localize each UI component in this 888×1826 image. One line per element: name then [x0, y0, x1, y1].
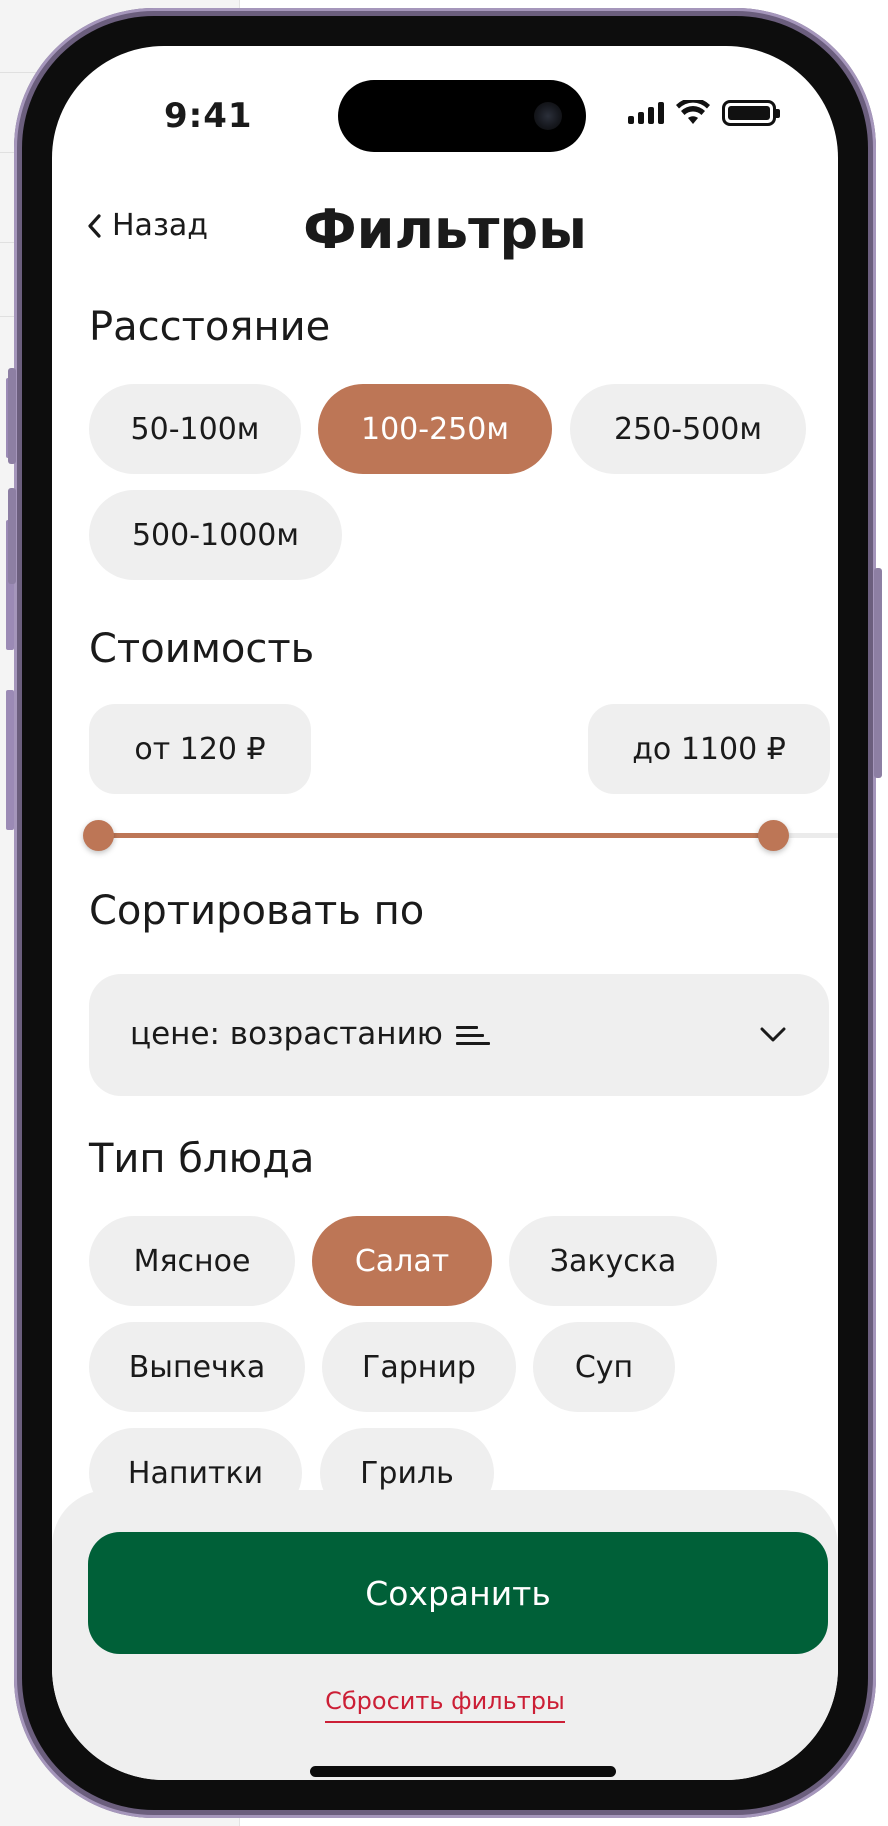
- sort-select-value: цене: возрастанию: [130, 1016, 443, 1052]
- camera-icon: [534, 102, 562, 130]
- home-indicator: [310, 1766, 616, 1777]
- price-slider-max-handle[interactable]: [758, 820, 790, 851]
- dish-type-chip[interactable]: Мясное: [89, 1216, 295, 1306]
- dish-type-chip[interactable]: Суп: [533, 1322, 675, 1412]
- battery-icon: [722, 100, 780, 126]
- distance-chip-selected[interactable]: 100-250м: [318, 384, 552, 474]
- price-section-title: Стоимость: [89, 626, 315, 672]
- page-title: Фильтры: [303, 198, 587, 261]
- save-button[interactable]: Сохранить: [88, 1532, 828, 1654]
- distance-section-title: Расстояние: [89, 304, 331, 350]
- power-button: [874, 568, 882, 778]
- wifi-icon: [676, 100, 710, 124]
- dish-type-chip[interactable]: Выпечка: [89, 1322, 305, 1412]
- dish-type-chip[interactable]: Гарнир: [322, 1322, 516, 1412]
- phone-frame: 9:41 Назад Фильтры Расстояние 50-100м 10…: [8, 8, 882, 1818]
- volume-up-button: [8, 368, 16, 464]
- price-slider-fill: [98, 833, 774, 838]
- distance-chip[interactable]: 50-100м: [89, 384, 301, 474]
- canvas-accent: [6, 690, 14, 830]
- dynamic-island: [338, 80, 586, 152]
- dish-type-chip[interactable]: Закуска: [509, 1216, 717, 1306]
- reset-filters-link[interactable]: Сбросить фильтры: [325, 1687, 565, 1723]
- price-from-field[interactable]: от 120 ₽: [89, 704, 311, 794]
- app-screen: 9:41 Назад Фильтры Расстояние 50-100м 10…: [52, 46, 838, 1780]
- volume-down-button: [8, 488, 16, 584]
- reset-filters-link-row: Сбросить фильтры: [52, 1687, 838, 1723]
- distance-chip[interactable]: 250-500м: [570, 384, 806, 474]
- cellular-signal-icon: [628, 102, 664, 124]
- chevron-down-icon: [760, 1027, 786, 1042]
- distance-chip[interactable]: 500-1000м: [89, 490, 342, 580]
- dish-type-section-title: Тип блюда: [89, 1136, 315, 1182]
- status-time: 9:41: [164, 96, 253, 136]
- status-icons: [628, 100, 780, 126]
- sort-select[interactable]: цене: возрастанию: [89, 974, 829, 1096]
- dish-type-chip-selected[interactable]: Салат: [312, 1216, 492, 1306]
- phone-bezel: 9:41 Назад Фильтры Расстояние 50-100м 10…: [22, 16, 868, 1810]
- sort-ascending-icon: [456, 1026, 490, 1050]
- price-to-field[interactable]: до 1100 ₽: [588, 704, 830, 794]
- price-slider-min-handle[interactable]: [83, 820, 114, 851]
- sort-section-title: Сортировать по: [89, 888, 425, 934]
